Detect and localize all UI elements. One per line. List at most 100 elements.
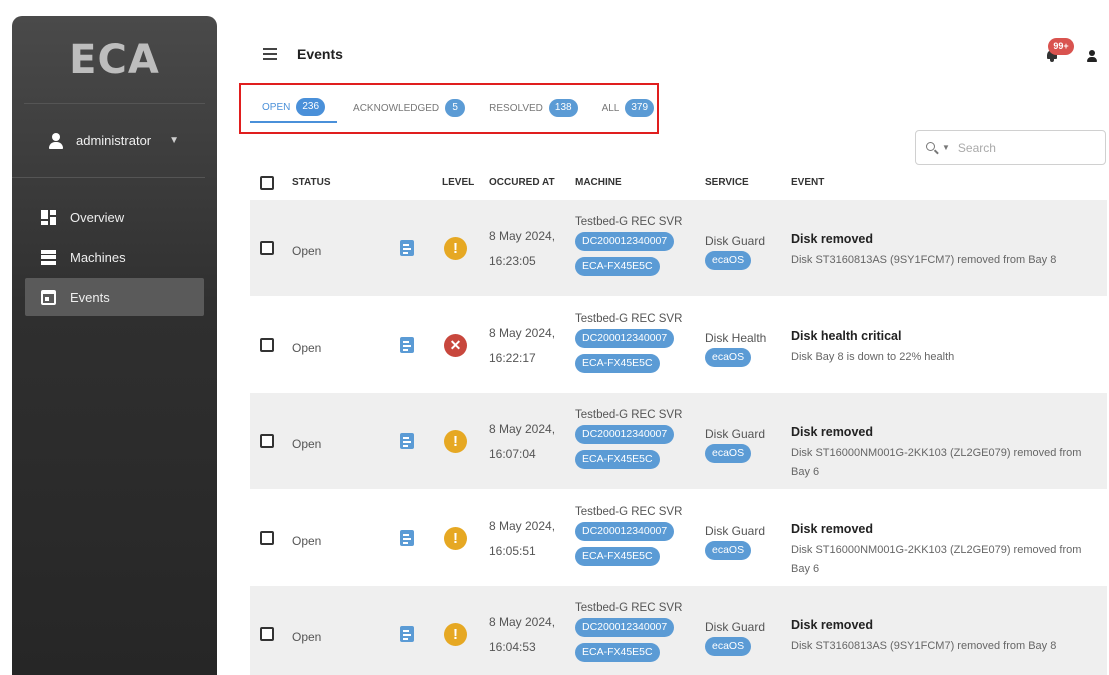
service-tag[interactable]: ecaOS [705,251,752,270]
sidebar-item-overview[interactable]: Overview [25,198,204,236]
service-cell: Disk Guard ecaOS [705,234,765,270]
caret-down-icon[interactable]: ▼ [942,143,950,152]
occurred-date: 8 May 2024, [489,422,556,436]
machine-serial-tag[interactable]: DC200012340007 [575,329,675,348]
occurred-time: 16:04:53 [489,640,536,654]
column-header-machine[interactable]: MACHINE [575,177,622,188]
table-row[interactable]: Open! 8 May 2024, 16:05:51 Testbed-G REC SV… [250,490,1107,586]
user-name: administrator [76,133,152,148]
machine-serial-tag[interactable]: DC200012340007 [575,425,675,444]
service-cell: Disk Guard ecaOS [705,427,765,463]
details-icon[interactable] [400,530,414,546]
machine-id-tag[interactable]: ECA-FX45E5C [575,547,660,566]
row-checkbox[interactable] [260,338,274,352]
service-cell: Disk Health ecaOS [705,331,766,367]
table-row[interactable]: Open! 8 May 2024, 16:04:53 Testbed-G REC SV… [250,586,1107,675]
search-icon[interactable] [926,141,939,154]
event-title: Disk health critical [791,329,902,343]
tab-all[interactable]: ALL 379 [590,93,666,123]
row-checkbox[interactable] [260,531,274,545]
status-text: Open [292,534,322,548]
search-box: ▼ [915,130,1106,165]
tab-label: ALL [601,102,620,114]
machine-id-tag[interactable]: ECA-FX45E5C [575,354,660,373]
warning-level-icon: ! [444,430,467,453]
table-row[interactable]: Open! 8 May 2024, 16:07:04 Testbed-G REC SV… [250,393,1107,489]
service-tag[interactable]: ecaOS [705,637,752,656]
logo-text: ECA [69,36,160,83]
warning-level-icon: ! [444,623,467,646]
sidebar-nav: Overview Machines Events [12,178,217,316]
service-tag[interactable]: ecaOS [705,541,752,560]
occurred-date: 8 May 2024, [489,229,556,243]
details-icon[interactable] [400,337,414,353]
tab-acknowledged[interactable]: ACKNOWLEDGED 5 [341,93,477,123]
details-icon[interactable] [400,240,414,256]
chevron-down-icon: ▼ [169,135,179,146]
machine-name: Testbed-G REC SVR [575,602,683,614]
machine-id-tag[interactable]: ECA-FX45E5C [575,450,660,469]
details-icon[interactable] [400,626,414,642]
app-page: ECA administrator ▼ Overview Machines Ev… [0,0,1109,675]
occurred-at: 8 May 2024, 16:23:05 [489,224,555,274]
details-icon[interactable] [400,433,414,449]
sidebar-item-label: Overview [70,209,125,225]
warning-level-icon: ! [444,237,467,260]
tab-count-badge: 379 [625,99,655,117]
event-description: Disk ST16000NM001G-2KK103 (ZL2GE079) rem… [791,544,1082,575]
event-cell: Disk health critical Disk Bay 8 is down t… [791,329,1096,367]
machine-cell: Testbed-G REC SVR DC200012340007 ECA-FX45E… [575,313,682,379]
status-text: Open [292,437,322,451]
sidebar-item-label: Events [70,289,110,305]
sidebar-item-machines[interactable]: Machines [25,238,204,276]
select-all-checkbox[interactable] [260,176,274,190]
machine-name: Testbed-G REC SVR [575,506,683,518]
sidebar-item-events[interactable]: Events [25,278,204,316]
occurred-at: 8 May 2024, 16:05:51 [489,514,555,564]
machine-serial-tag[interactable]: DC200012340007 [575,522,675,541]
warning-level-icon: ! [444,527,467,550]
column-header-service[interactable]: SERVICE [705,177,749,188]
service-name: Disk Guard [705,620,766,634]
tab-count-badge: 5 [445,99,466,117]
column-header-event[interactable]: EVENT [791,177,824,188]
occurred-at: 8 May 2024, 16:04:53 [489,610,555,660]
table-row[interactable]: Open ✕ 8 May 2024, 16:22:17 Testbed-G REC SV… [250,297,1107,393]
machine-serial-tag[interactable]: DC200012340007 [575,618,675,637]
machine-id-tag[interactable]: ECA-FX45E5C [575,643,660,662]
user-menu[interactable]: administrator ▼ [12,104,205,178]
event-title: Disk removed [791,522,873,536]
machine-name: Testbed-G REC SVR [575,313,683,325]
status-tabs: OPEN 236 ACKNOWLEDGED 5 RESOLVED 138 ALL… [250,93,666,123]
machine-serial-tag[interactable]: DC200012340007 [575,232,675,251]
machine-name: Testbed-G REC SVR [575,409,683,421]
logo: ECA [24,16,205,104]
column-header-occurred-at[interactable]: OCCURED AT [489,177,555,188]
tab-count-badge: 138 [548,99,578,117]
column-header-level[interactable]: LEVEL [442,177,474,188]
occurred-date: 8 May 2024, [489,519,556,533]
column-header-status[interactable]: STATUS [292,177,331,188]
menu-icon[interactable] [263,48,277,63]
account-icon[interactable] [1086,50,1098,62]
search-input[interactable] [957,140,1078,155]
service-name: Disk Guard [705,524,766,538]
row-checkbox[interactable] [260,241,274,255]
service-tag[interactable]: ecaOS [705,444,752,463]
machine-id-tag[interactable]: ECA-FX45E5C [575,257,660,276]
tab-open[interactable]: OPEN 236 [250,93,338,123]
event-cell: Disk removed Disk ST16000NM001G-2KK103 (Z… [791,425,1096,482]
row-checkbox[interactable] [260,627,274,641]
machine-cell: Testbed-G REC SVR DC200012340007 ECA-FX45E… [575,602,682,668]
event-description: Disk ST3160813AS (9SY1FCM7) removed from… [791,254,1057,266]
tab-label: RESOLVED [489,102,543,114]
critical-level-icon: ✕ [444,334,467,357]
occurred-time: 16:07:04 [489,447,536,461]
table-row[interactable]: Open! 8 May 2024, 16:23:05 Testbed-G REC SV… [250,200,1107,296]
tab-resolved[interactable]: RESOLVED 138 [477,93,589,123]
occurred-date: 8 May 2024, [489,326,556,340]
service-tag[interactable]: ecaOS [705,348,752,367]
event-title: Disk removed [791,425,873,439]
row-checkbox[interactable] [260,434,274,448]
occurred-time: 16:23:05 [489,254,536,268]
